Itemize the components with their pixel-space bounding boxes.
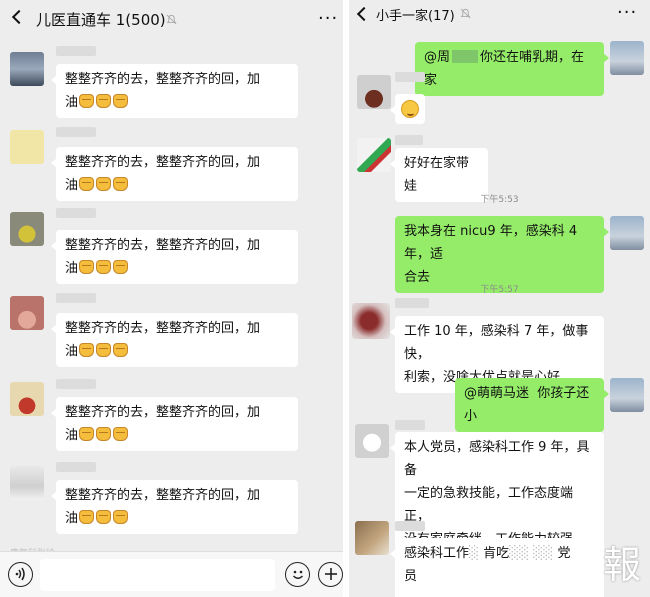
avatar[interactable] [10, 296, 44, 330]
message-text: 油 [65, 178, 79, 193]
mention[interactable]: @周 [424, 50, 450, 65]
bell-muted-icon [460, 8, 471, 19]
back-icon[interactable] [11, 9, 27, 25]
fist-emoji-icon [96, 260, 112, 274]
fist-emoji-icon [79, 260, 95, 274]
message-text: 油 [65, 95, 79, 110]
message-bubble[interactable] [390, 94, 425, 124]
newspaper-watermark: 報 [602, 543, 641, 587]
sender-name-blurred [56, 127, 96, 137]
fist-emoji-icon [96, 343, 112, 357]
smile-emoji-icon [401, 100, 419, 118]
sender-name-blurred [56, 462, 96, 472]
avatar[interactable] [355, 521, 389, 555]
plus-icon[interactable] [318, 562, 343, 587]
message-bubble[interactable]: 整整齐齐的去，整整齐齐的回，加 油 [51, 313, 298, 367]
message-text: 一定的急救技能，工作态度端正， [404, 486, 574, 524]
mention-name-blurred [452, 50, 479, 63]
fist-emoji-icon [96, 510, 112, 524]
avatar[interactable] [355, 424, 389, 458]
message-input[interactable] [40, 559, 275, 591]
sender-name-blurred [395, 521, 425, 531]
message-text: 员 [404, 569, 418, 584]
timestamp: 下午5:53 [480, 195, 519, 205]
message-text: 肯吃 [483, 546, 510, 561]
message-text: 我本身在 nicu9 年，感染科 4 年，适 [404, 224, 578, 262]
message-text: 油 [65, 428, 79, 443]
message-input-bar [0, 551, 343, 597]
message-bubble[interactable]: 整整齐齐的去，整整齐齐的回，加 油 [51, 147, 298, 201]
sender-name-blurred [56, 379, 96, 389]
mention[interactable]: @萌萌马迷 [464, 386, 529, 401]
fist-emoji-icon [96, 94, 112, 108]
more-icon[interactable]: ··· [318, 8, 338, 29]
message-bubble[interactable]: 整整齐齐的去，整整齐齐的回，加 油 [51, 230, 298, 284]
message-bubble-outgoing[interactable]: @周 你还在哺乳期，在家 [415, 42, 609, 96]
fist-emoji-icon [79, 510, 95, 524]
avatar[interactable] [10, 52, 44, 86]
fist-emoji-icon [113, 94, 129, 108]
fist-emoji-icon [79, 94, 95, 108]
message-text: 整整齐齐的去，整整齐齐的回，加 [65, 488, 261, 503]
message-bubble[interactable]: 整整齐齐的去，整整齐齐的回，加 油 [51, 64, 298, 118]
message-text: 整整齐齐的去，整整齐齐的回，加 [65, 155, 261, 170]
sender-name-blurred [56, 208, 96, 218]
avatar[interactable] [10, 382, 44, 416]
avatar[interactable] [10, 130, 44, 164]
fist-emoji-icon [79, 177, 95, 191]
message-text: 本人党员，感染科工作 9 年，具备 [404, 440, 590, 478]
message-text: 油 [65, 344, 79, 359]
avatar[interactable] [357, 138, 391, 172]
fist-emoji-icon [113, 260, 129, 274]
left-chat-title: 儿医直通车 1(500) [36, 11, 166, 29]
sender-name-blurred [395, 298, 429, 308]
fist-emoji-icon [113, 177, 129, 191]
fist-emoji-icon [79, 343, 95, 357]
fist-emoji-icon [113, 343, 129, 357]
left-chat-header: 儿医直通车 1(500) ··· [0, 0, 343, 40]
sender-name-blurred [395, 72, 425, 82]
message-text: 整整齐齐的去，整整齐齐的回，加 [65, 405, 261, 420]
message-text: 油 [65, 511, 79, 526]
message-text: 党 [557, 546, 571, 561]
message-bubble[interactable]: 感染科工作░ 肯吃░░ ░░ 党 员 [390, 538, 604, 592]
message-text: 整整齐齐的去，整整齐齐的回，加 [65, 72, 261, 87]
bell-muted-icon [166, 14, 177, 25]
sender-name-blurred [56, 46, 96, 56]
fist-emoji-icon [113, 510, 129, 524]
back-icon[interactable] [356, 6, 372, 22]
right-chat-panel: 小手一家(17) ··· @周 你还在哺乳期，在家 好好在家带娃 下午5:53 我… [349, 0, 650, 597]
sender-name-blurred [395, 420, 425, 430]
right-chat-title: 小手一家(17) [376, 9, 455, 24]
timestamp: 下午5:57 [480, 285, 519, 295]
emoji-icon[interactable] [285, 562, 310, 587]
avatar-self[interactable] [610, 216, 644, 250]
message-text: 感染科工作 [404, 546, 470, 561]
sender-name-blurred [395, 135, 423, 145]
fist-emoji-icon [79, 427, 95, 441]
avatar[interactable] [357, 75, 391, 109]
fist-emoji-icon [96, 177, 112, 191]
sender-name-blurred [56, 293, 96, 303]
message-bubble[interactable]: 整整齐齐的去，整整齐齐的回，加 油 [51, 397, 298, 451]
fist-emoji-icon [113, 427, 129, 441]
message-bubble[interactable]: 整整齐齐的去，整整齐齐的回，加 油 [51, 480, 298, 534]
message-bubble-outgoing[interactable]: @萌萌马迷 你孩子还小 [455, 378, 609, 432]
avatar[interactable] [352, 303, 390, 339]
avatar-self[interactable] [610, 378, 644, 412]
message-text: 整整齐齐的去，整整齐齐的回，加 [65, 238, 261, 253]
avatar[interactable] [10, 466, 44, 500]
fist-emoji-icon [96, 427, 112, 441]
voice-icon[interactable] [8, 562, 33, 587]
left-chat-panel: 儿医直通车 1(500) ··· 整整齐齐的去，整整齐齐的回，加 油 整整齐齐的… [0, 0, 343, 597]
avatar-self[interactable] [610, 41, 644, 75]
message-text: 工作 10 年，感染科 7 年，做事快， [404, 324, 589, 362]
message-text: 油 [65, 261, 79, 276]
message-text: 整整齐齐的去，整整齐齐的回，加 [65, 321, 261, 336]
more-icon[interactable]: ··· [617, 2, 637, 23]
avatar[interactable] [10, 212, 44, 246]
right-chat-header: 小手一家(17) ··· [349, 0, 650, 34]
